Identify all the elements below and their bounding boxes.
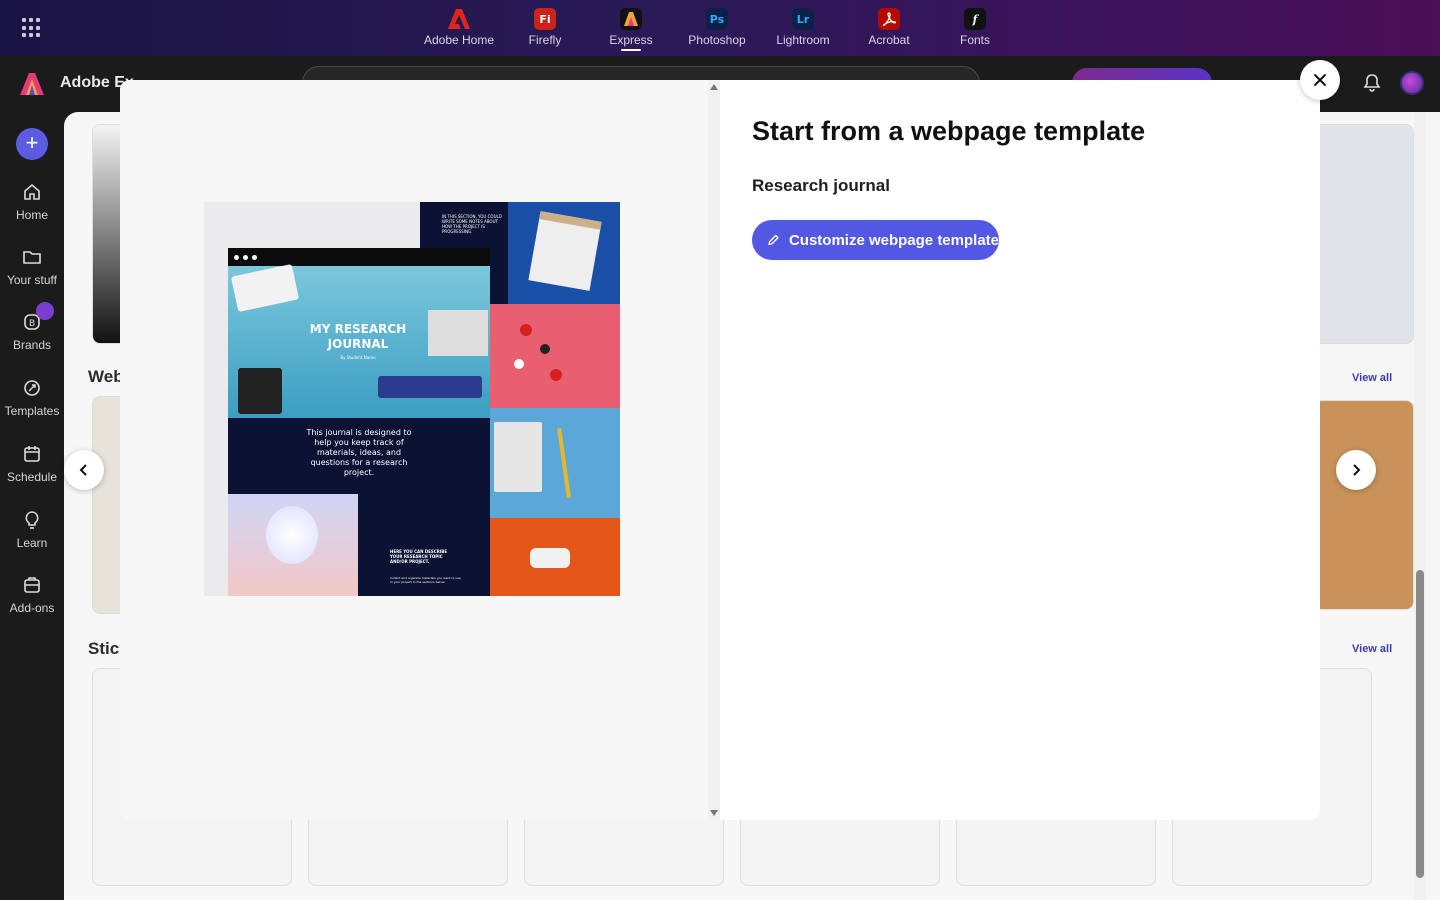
app-express[interactable]: Express (588, 0, 674, 56)
previous-template-button[interactable] (64, 450, 104, 490)
template-card[interactable] (1314, 400, 1414, 610)
section-heading-webpages: Web (88, 367, 124, 386)
customize-template-label: Customize webpage template (788, 231, 999, 249)
template-preview-image: MY RESEARCH JOURNAL By Student Name This… (204, 202, 620, 596)
preview-byline: By Student Name (340, 355, 376, 360)
app-label: Photoshop (688, 33, 746, 47)
section-heading-stickers: Stic (88, 639, 120, 658)
preview-tile-notebook (490, 408, 620, 520)
chevron-left-icon (79, 464, 87, 476)
app-grid-icon[interactable] (22, 18, 42, 38)
preview-scrollbar[interactable] (708, 80, 720, 820)
express-logo-icon[interactable] (20, 72, 44, 96)
app-photoshop[interactable]: Ps Photoshop (674, 0, 760, 56)
firefly-icon: Fi (534, 8, 556, 30)
close-button[interactable] (1300, 60, 1340, 100)
customize-template-button[interactable]: Customize webpage template (752, 220, 999, 260)
preview-note-small: Collect and organize materials you want … (390, 576, 461, 584)
app-lightroom[interactable]: Lr Lightroom (760, 0, 846, 56)
premium-crown-icon (36, 302, 54, 320)
rail-item-home[interactable]: Home (0, 182, 64, 222)
scroll-down-arrow-icon[interactable] (710, 810, 718, 816)
folder-icon (23, 251, 41, 264)
rail-item-learn[interactable]: Learn (0, 510, 64, 550)
express-icon (620, 8, 642, 30)
app-acrobat[interactable]: Acrobat (846, 0, 932, 56)
close-icon (1314, 74, 1326, 86)
rail-item-your-stuff[interactable]: Your stuff (0, 247, 64, 287)
app-label: Fonts (959, 33, 990, 47)
preview-pane: MY RESEARCH JOURNAL By Student Name This… (120, 80, 708, 820)
photoshop-icon: Ps (706, 8, 728, 30)
rail-label: Brands (12, 338, 52, 352)
rail-item-add-ons[interactable]: Add-ons (0, 575, 64, 615)
app-label: Express (609, 33, 653, 47)
preview-intro: This journal is designed to help you kee… (306, 428, 412, 477)
fonts-icon: f (964, 8, 986, 30)
rail-item-brands[interactable]: B Brands (0, 302, 64, 352)
left-rail (0, 112, 64, 900)
page-scrollbar-thumb[interactable] (1416, 570, 1424, 878)
rail-item-templates[interactable]: Templates (0, 378, 64, 418)
preview-note-bottom: HERE YOU CAN DESCRIBE YOUR RESEARCH TOPI… (390, 549, 448, 564)
templates-icon (24, 380, 40, 396)
view-all-link[interactable]: View all (1352, 372, 1392, 384)
svg-text:B: B (29, 319, 35, 329)
template-preview-dialog: MY RESEARCH JOURNAL By Student Name This… (120, 80, 1320, 820)
preview-tile-calendar (508, 202, 620, 304)
rail-item-schedule[interactable]: Schedule (0, 444, 64, 484)
acrobat-icon (878, 8, 900, 30)
scroll-up-arrow-icon[interactable] (710, 84, 718, 90)
template-name: Research journal (752, 176, 890, 195)
app-label: Adobe Home (423, 33, 495, 47)
rail-label: Add-ons (9, 601, 55, 615)
rail-label: Learn (16, 536, 48, 550)
adobe-home-icon (448, 8, 470, 30)
app-switcher-bar: Adobe Home Fi Firefly Express Ps Photosh… (0, 0, 1440, 56)
view-all-link[interactable]: View all (1352, 643, 1392, 655)
bell-icon[interactable] (1362, 73, 1382, 93)
lightroom-icon: Lr (792, 8, 814, 30)
preview-browser-window (228, 248, 490, 596)
lightbulb-icon (25, 511, 39, 529)
app-label: Acrobat (868, 33, 910, 47)
app-label: Firefly (528, 33, 562, 47)
rail-label: Templates (4, 404, 60, 418)
preview-tile-vr (490, 518, 620, 596)
app-fonts[interactable]: f Fonts (932, 0, 1018, 56)
preview-tile-molecule (490, 304, 620, 408)
app-label: Lightroom (776, 33, 830, 47)
preview-note-top: IN THIS SECTION, YOU COULD WRITE SOME NO… (442, 214, 502, 234)
dialog-title: Start from a webpage template (752, 116, 1146, 146)
addons-icon (24, 577, 40, 593)
home-icon (24, 183, 40, 200)
preview-heading: MY RESEARCH JOURNAL (309, 322, 407, 351)
app-list: Adobe Home Fi Firefly Express Ps Photosh… (416, 0, 1018, 56)
rail-label: Home (15, 208, 48, 222)
create-new-button[interactable]: + (16, 128, 48, 160)
next-template-button[interactable] (1336, 450, 1376, 490)
calendar-icon (24, 446, 40, 462)
chevron-right-icon (1353, 464, 1361, 476)
app-adobe-home[interactable]: Adobe Home (416, 0, 502, 56)
avatar[interactable] (1400, 71, 1424, 95)
template-card[interactable] (1314, 124, 1414, 344)
pencil-icon (768, 234, 779, 246)
rail-label: Schedule (6, 470, 58, 484)
rail-label: Your stuff (6, 273, 58, 287)
app-firefly[interactable]: Fi Firefly (502, 0, 588, 56)
